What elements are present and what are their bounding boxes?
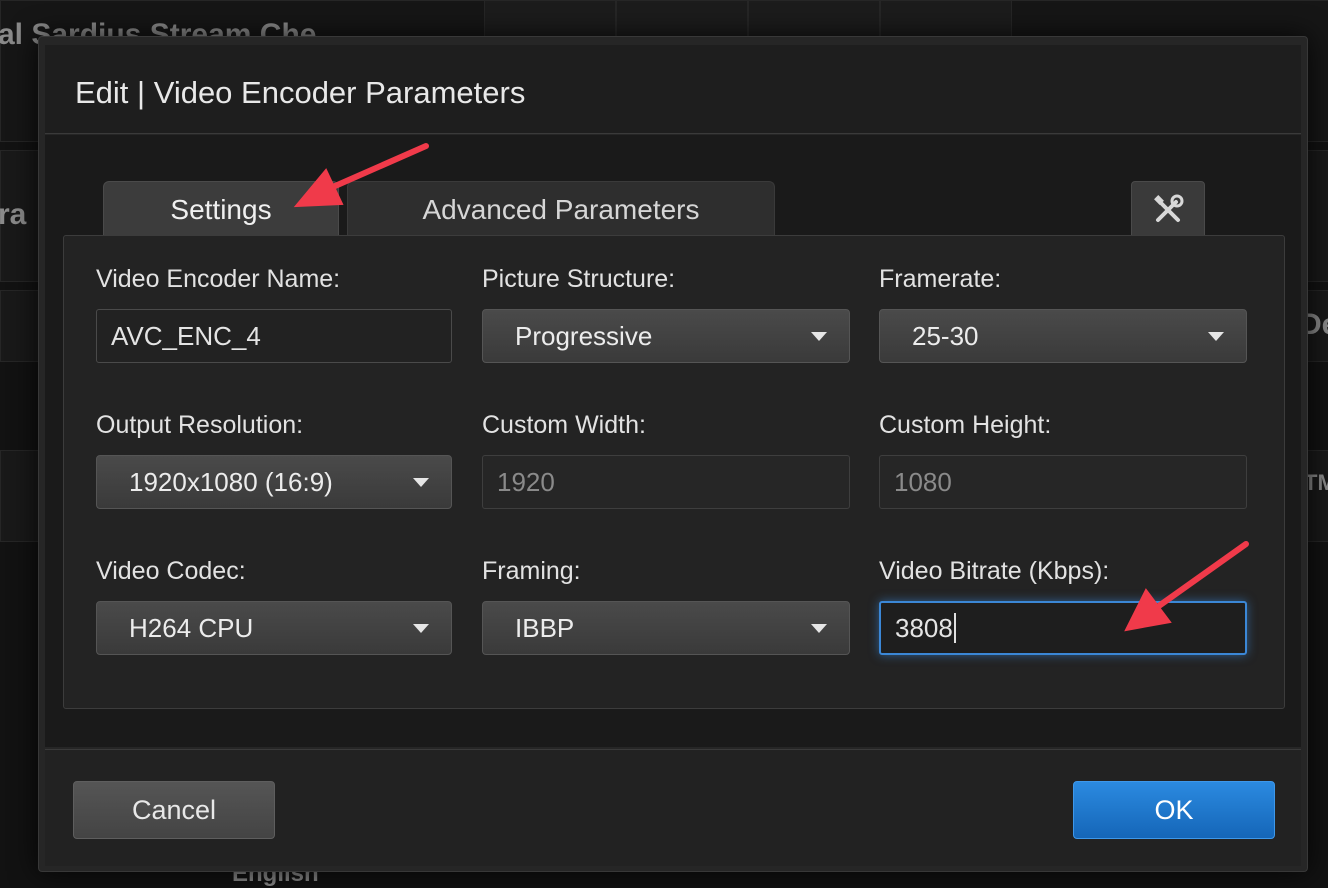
annotation-arrow-settings	[293, 143, 429, 208]
annotation-arrow-bitrate	[1124, 541, 1249, 632]
annotation-arrows	[293, 143, 1249, 632]
